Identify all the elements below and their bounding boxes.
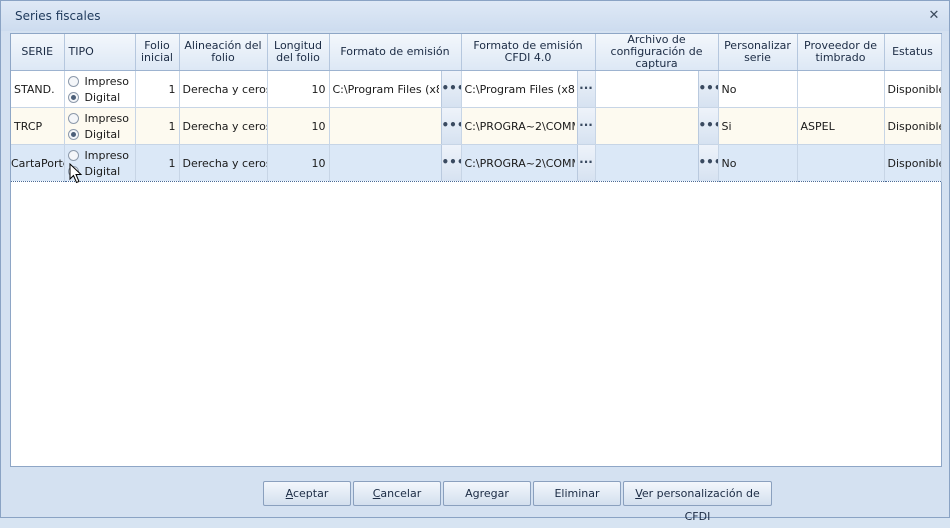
- ellipsis-icon[interactable]: •••: [440, 71, 460, 107]
- accelerator-key: V: [635, 487, 642, 500]
- radio-button-impreso[interactable]: [67, 75, 79, 87]
- col-header-tipo[interactable]: TIPO: [64, 34, 136, 71]
- cell-text: C:\Program Files (x86)\: [464, 82, 575, 96]
- series-table: SERIE TIPO Folio inicial Alineación del …: [11, 34, 942, 182]
- eliminar-button[interactable]: Eliminar: [533, 481, 621, 506]
- cell-alineacion[interactable]: Derecha y ceros: [179, 107, 268, 145]
- header-row: SERIE TIPO Folio inicial Alineación del …: [11, 34, 942, 71]
- cell-formato-emision[interactable]: •••: [329, 107, 462, 145]
- col-header-formato-emision[interactable]: Formato de emisión: [329, 34, 462, 71]
- radio-button-digital[interactable]: [67, 91, 79, 103]
- ellipsis-icon[interactable]: •••: [697, 108, 717, 144]
- radio-button-impreso[interactable]: [67, 112, 79, 124]
- cell-estatus[interactable]: Disponible: [884, 107, 942, 145]
- agregar-button[interactable]: Agregar: [443, 481, 531, 506]
- table-row[interactable]: CartaPorte Impreso Digital 1 Derecha y c…: [11, 144, 942, 182]
- cell-longitud[interactable]: 10: [267, 144, 330, 182]
- ellipsis-icon[interactable]: ···: [576, 108, 594, 144]
- cell-archivo-config[interactable]: •••: [595, 107, 719, 145]
- mouse-pointer-icon: [69, 163, 83, 184]
- accelerator-key: A: [285, 487, 293, 500]
- series-grid[interactable]: SERIE TIPO Folio inicial Alineación del …: [10, 33, 942, 467]
- cell-longitud[interactable]: 10: [267, 107, 330, 145]
- cell-personalizar[interactable]: No: [718, 144, 798, 182]
- cell-formato-cfdi[interactable]: C:\PROGRA~2\COMM ···: [461, 144, 596, 182]
- cell-text: C:\PROGRA~2\COMM: [464, 156, 575, 170]
- cell-formato-cfdi[interactable]: C:\PROGRA~2\COMM ···: [461, 107, 596, 145]
- title-bar: Series fiscales ✕: [1, 1, 949, 31]
- col-header-formato-cfdi[interactable]: Formato de emisión CFDI 4.0: [461, 34, 596, 71]
- radio-option-digital[interactable]: Digital: [67, 89, 132, 105]
- cell-proveedor[interactable]: ASPEL: [797, 107, 885, 145]
- button-label: ancelar: [380, 487, 422, 500]
- col-header-folio-inicial[interactable]: Folio inicial: [135, 34, 180, 71]
- cell-formato-emision[interactable]: •••: [329, 144, 462, 182]
- table-row[interactable]: TRCP Impreso Digital 1 Derecha y ceros 1…: [11, 107, 942, 145]
- table-row[interactable]: STAND. Impreso Digital 1 Derecha y ceros: [11, 70, 942, 108]
- col-header-proveedor[interactable]: Proveedor de timbrado: [797, 34, 885, 71]
- close-icon[interactable]: ✕: [927, 9, 941, 23]
- cell-proveedor[interactable]: [797, 144, 885, 182]
- col-header-estatus[interactable]: Estatus: [884, 34, 942, 71]
- cell-formato-emision[interactable]: C:\Program Files (x86)\ •••: [329, 70, 462, 108]
- radio-label: Impreso: [84, 111, 129, 125]
- ellipsis-icon[interactable]: •••: [697, 145, 717, 181]
- radio-option-impreso[interactable]: Impreso: [67, 73, 132, 89]
- col-header-serie[interactable]: SERIE: [11, 34, 65, 71]
- cell-serie[interactable]: STAND.: [11, 70, 65, 108]
- button-bar: Aceptar Cancelar Agregar Eliminar Ver pe…: [1, 471, 949, 523]
- radio-button-impreso[interactable]: [67, 149, 79, 161]
- cell-folio-inicial[interactable]: 1: [135, 70, 180, 108]
- series-fiscales-window: Series fiscales ✕ SERIE TIPO Folio inici…: [0, 0, 950, 523]
- cell-estatus[interactable]: Disponible: [884, 144, 942, 182]
- radio-option-impreso[interactable]: Impreso: [67, 147, 132, 163]
- cell-personalizar[interactable]: No: [718, 70, 798, 108]
- cell-tipo: Impreso Digital: [64, 107, 136, 145]
- cell-tipo: Impreso Digital: [64, 70, 136, 108]
- cell-folio-inicial[interactable]: 1: [135, 144, 180, 182]
- cell-archivo-config[interactable]: •••: [595, 70, 719, 108]
- ellipsis-icon[interactable]: ···: [576, 145, 594, 181]
- cell-personalizar[interactable]: Si: [718, 107, 798, 145]
- window-title: Series fiscales: [15, 9, 101, 23]
- aceptar-button[interactable]: Aceptar: [263, 481, 351, 506]
- cell-proveedor[interactable]: [797, 70, 885, 108]
- ellipsis-icon[interactable]: •••: [440, 108, 460, 144]
- radio-label: Digital: [84, 127, 121, 141]
- button-label: ceptar: [292, 487, 329, 500]
- col-header-archivo-config[interactable]: Archivo de configuración de captura: [595, 34, 719, 71]
- col-header-longitud[interactable]: Longitud del folio: [267, 34, 330, 71]
- radio-label: Impreso: [84, 148, 129, 162]
- cell-serie[interactable]: TRCP: [11, 107, 65, 145]
- col-header-personalizar[interactable]: Personalizar serie: [718, 34, 798, 71]
- col-header-alineacion[interactable]: Alineación del folio: [179, 34, 268, 71]
- cell-formato-cfdi[interactable]: C:\Program Files (x86)\ ···: [461, 70, 596, 108]
- radio-button-digital[interactable]: [67, 128, 79, 140]
- cell-alineacion[interactable]: Derecha y ceros: [179, 70, 268, 108]
- radio-label: Digital: [84, 164, 121, 178]
- cell-text: C:\Program Files (x86)\: [332, 82, 439, 96]
- cancelar-button[interactable]: Cancelar: [353, 481, 441, 506]
- cell-longitud[interactable]: 10: [267, 70, 330, 108]
- cell-serie[interactable]: CartaPorte: [11, 144, 65, 182]
- cell-estatus[interactable]: Disponible: [884, 70, 942, 108]
- ellipsis-icon[interactable]: ···: [576, 71, 594, 107]
- radio-option-digital[interactable]: Digital: [67, 126, 132, 142]
- cell-text: C:\PROGRA~2\COMM: [464, 119, 575, 133]
- radio-label: Digital: [84, 90, 121, 104]
- ver-personalizacion-cfdi-button[interactable]: Ver personalización de CFDI: [623, 481, 772, 523]
- radio-label: Impreso: [84, 74, 129, 88]
- cell-archivo-config[interactable]: •••: [595, 144, 719, 182]
- radio-option-impreso[interactable]: Impreso: [67, 110, 132, 126]
- ellipsis-icon[interactable]: •••: [440, 145, 460, 181]
- ellipsis-icon[interactable]: •••: [697, 71, 717, 107]
- cell-alineacion[interactable]: Derecha y ceros: [179, 144, 268, 182]
- cell-folio-inicial[interactable]: 1: [135, 107, 180, 145]
